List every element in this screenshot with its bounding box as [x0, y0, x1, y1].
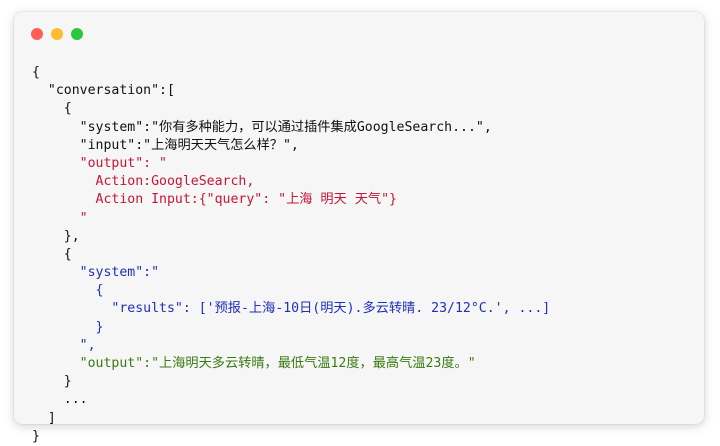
- window-titlebar: [14, 12, 704, 56]
- code-line-output: Action:GoogleSearch,: [32, 174, 255, 190]
- code-line-output: ": [32, 210, 88, 226]
- maximize-window-button[interactable]: [71, 28, 83, 40]
- code-line-system: "system":": [32, 265, 160, 281]
- code-block: { "conversation":[ { "system":"你有多种能力，可以…: [32, 64, 550, 446]
- code-line: {: [32, 65, 40, 80]
- code-line: }: [32, 428, 40, 444]
- code-line: "conversation":[: [32, 83, 175, 99]
- code-line: }: [32, 374, 72, 390]
- code-line: ...: [32, 392, 88, 408]
- code-line-output: "output":"上海明天多云转晴，最低气温12度，最高气温23度。": [32, 356, 476, 371]
- code-line: {: [32, 246, 72, 262]
- code-line: },: [32, 228, 80, 244]
- code-line-system: {: [32, 283, 104, 299]
- code-window: { "conversation":[ { "system":"你有多种能力，可以…: [14, 12, 704, 444]
- code-line: "input":"上海明天天气怎么样？",: [32, 137, 299, 153]
- minimize-window-button[interactable]: [51, 28, 63, 40]
- code-line: ]: [32, 410, 56, 426]
- code-line: {: [32, 101, 72, 117]
- code-line-system: "results": ['预报-上海-10日(明天).多云转晴. 23/12°C…: [32, 301, 551, 317]
- code-line-system: ",: [32, 337, 96, 353]
- code-line-output: "output": ": [32, 155, 167, 171]
- close-window-button[interactable]: [31, 28, 43, 40]
- code-line: "system":"你有多种能力，可以通过插件集成GoogleSearch...…: [32, 119, 492, 135]
- code-line-output: Action Input:{"query": "上海 明天 天气"}: [32, 192, 397, 208]
- code-line-system: }: [32, 319, 104, 335]
